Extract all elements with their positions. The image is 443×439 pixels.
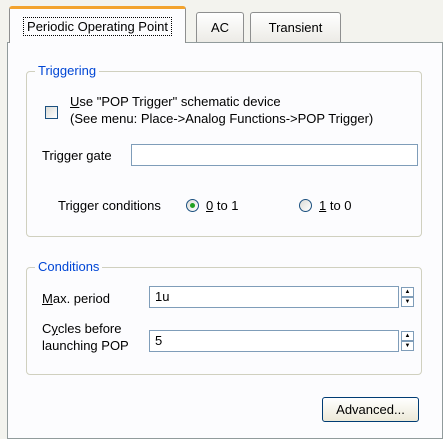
- tab-periodic-operating-point[interactable]: Periodic Operating Point: [9, 6, 186, 43]
- advanced-ellipsis: ...: [393, 402, 405, 417]
- max-period-label: Max. period: [42, 291, 110, 306]
- cycles-rest: cles before: [57, 321, 122, 336]
- tab-label: Periodic Operating Point: [23, 16, 172, 36]
- tab-label: AC: [210, 20, 230, 35]
- accelerator-m: M: [42, 291, 53, 306]
- radio-0-to-1-label[interactable]: 0 to 1: [206, 198, 239, 213]
- cycles-input[interactable]: 5: [149, 330, 399, 352]
- max-period-input[interactable]: 1u: [149, 286, 399, 308]
- cycles-pre: C: [42, 321, 52, 336]
- radio-1-to-0-label[interactable]: 1 to 0: [319, 198, 352, 213]
- advanced-button[interactable]: Advanced...: [322, 397, 419, 422]
- tab-transient[interactable]: Transient: [250, 12, 341, 42]
- spin-up-icon[interactable]: ▲: [401, 287, 414, 297]
- tab-label: Transient: [268, 20, 323, 35]
- tab-ac[interactable]: AC: [196, 12, 244, 42]
- cycles-spinner[interactable]: ▲ ▼: [401, 331, 414, 351]
- cycles-label-line1: Cycles before: [42, 321, 121, 336]
- spin-down-icon[interactable]: ▼: [401, 341, 414, 351]
- trigger-gate-input[interactable]: [131, 144, 418, 166]
- advanced-label: Advanced: [336, 402, 394, 417]
- max-period-text: ax. period: [52, 291, 110, 306]
- triggering-legend: Triggering: [35, 63, 100, 78]
- trigger-gate-label: Trigger gate: [42, 148, 112, 163]
- spin-down-icon[interactable]: ▼: [401, 297, 414, 307]
- use-pop-text: se "POP Trigger" schematic device: [79, 94, 281, 109]
- accelerator-u: U: [70, 94, 80, 109]
- spin-up-icon[interactable]: ▲: [401, 331, 414, 341]
- radio-0-to-1-text: to 1: [213, 198, 239, 213]
- use-pop-trigger-checkbox[interactable]: [45, 106, 58, 119]
- use-pop-note: (See menu: Place->Analog Functions->POP …: [70, 111, 374, 126]
- cycles-label-line2: launching POP: [42, 338, 129, 353]
- conditions-legend: Conditions: [35, 259, 103, 274]
- radio-1-to-0[interactable]: [299, 199, 312, 212]
- max-period-spinner[interactable]: ▲ ▼: [401, 287, 414, 307]
- use-pop-trigger-label[interactable]: Use "POP Trigger" schematic device: [70, 94, 281, 109]
- radio-1-to-0-text: to 0: [326, 198, 352, 213]
- trigger-conditions-label: Trigger conditions: [58, 198, 161, 213]
- radio-0-to-1[interactable]: [186, 199, 199, 212]
- radio-selected-dot: [190, 203, 195, 208]
